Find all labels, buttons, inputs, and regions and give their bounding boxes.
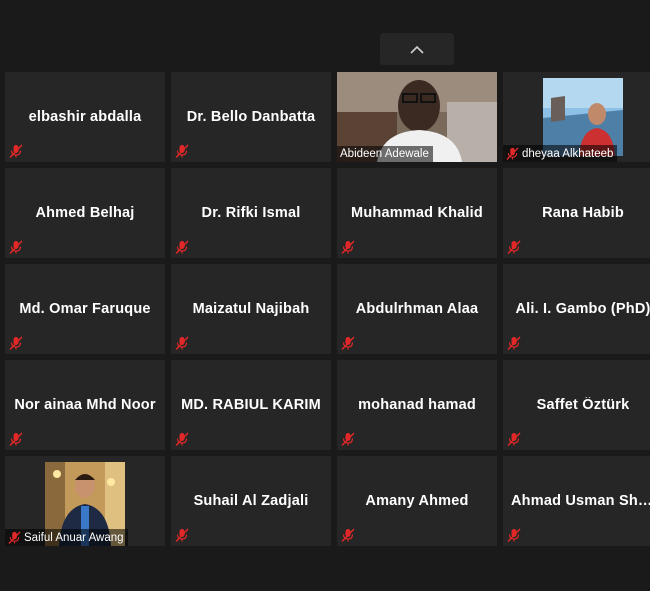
participant-tile[interactable]: Dr. Rifki Ismal [171, 168, 331, 258]
participant-tile[interactable]: MD. RABIUL KARIM [171, 360, 331, 450]
participant-name: dheyaa Alkhateeb [522, 147, 614, 160]
participant-name: Nor ainaa Mhd Noor [14, 397, 156, 413]
participant-video-tile[interactable]: dheyaa Alkhateeb [503, 72, 650, 162]
participant-name: Saffet Öztürk [536, 397, 630, 413]
mic-muted-icon [9, 240, 23, 254]
gallery-grid: elbashir abdalla Dr. Bello Danbatta Abid… [5, 72, 650, 546]
participant-name: Ali. I. Gambo (PhD) [515, 301, 650, 317]
mic-muted-icon [9, 336, 23, 350]
participant-name: Ahmad Usman Shehu [511, 493, 650, 509]
mic-muted-icon [341, 432, 355, 446]
participant-name: Amany Ahmed [365, 493, 469, 509]
participant-name-label: Saiful Anuar Awang [5, 529, 128, 546]
participant-tile[interactable]: Nor ainaa Mhd Noor [5, 360, 165, 450]
participant-name: Maizatul Najibah [192, 301, 310, 317]
participant-tile[interactable]: Muhammad Khalid [337, 168, 497, 258]
participant-name: Rana Habib [542, 205, 624, 221]
participant-tile[interactable]: Ali. I. Gambo (PhD) [503, 264, 650, 354]
participant-name-label: dheyaa Alkhateeb [503, 145, 618, 162]
chevron-up-icon [410, 45, 424, 54]
mic-muted-icon [507, 240, 521, 254]
participant-tile[interactable]: elbashir abdalla [5, 72, 165, 162]
participant-name: Suhail Al Zadjali [193, 493, 309, 509]
participant-video-tile[interactable]: Abideen Adewale [337, 72, 497, 162]
participant-tile[interactable]: Ahmad Usman Shehu [503, 456, 650, 546]
participant-name: Dr. Rifki Ismal [201, 205, 301, 221]
participant-name: Muhammad Khalid [351, 205, 483, 221]
participant-tile[interactable]: Suhail Al Zadjali [171, 456, 331, 546]
mic-muted-icon [341, 336, 355, 350]
participant-tile[interactable]: Maizatul Najibah [171, 264, 331, 354]
participant-name: Ahmed Belhaj [35, 205, 135, 221]
mic-muted-icon [506, 147, 519, 160]
participant-name: Abdulrhman Alaa [355, 301, 479, 317]
participant-tile[interactable]: Ahmed Belhaj [5, 168, 165, 258]
participant-tile[interactable]: Rana Habib [503, 168, 650, 258]
participant-name: mohanad hamad [358, 397, 476, 413]
mic-muted-icon [507, 336, 521, 350]
participant-name: MD. RABIUL KARIM [181, 397, 321, 413]
participant-tile[interactable]: Abdulrhman Alaa [337, 264, 497, 354]
participant-name: elbashir abdalla [28, 109, 142, 125]
participant-name: Md. Omar Faruque [19, 301, 151, 317]
participant-name: Saiful Anuar Awang [24, 531, 124, 544]
participant-tile[interactable]: mohanad hamad [337, 360, 497, 450]
mic-muted-icon [9, 432, 23, 446]
mic-muted-icon [9, 144, 23, 158]
participant-tile[interactable]: Amany Ahmed [337, 456, 497, 546]
participant-tile[interactable]: Saffet Öztürk [503, 360, 650, 450]
mic-muted-icon [175, 528, 189, 542]
mic-muted-icon [175, 240, 189, 254]
participant-tile[interactable]: Dr. Bello Danbatta [171, 72, 331, 162]
participant-video-tile[interactable]: Saiful Anuar Awang [5, 456, 165, 546]
participant-name: Dr. Bello Danbatta [186, 109, 316, 125]
mic-muted-icon [507, 528, 521, 542]
participant-name: Abideen Adewale [340, 148, 429, 160]
participant-tile[interactable]: Md. Omar Faruque [5, 264, 165, 354]
mic-muted-icon [8, 531, 21, 544]
mic-muted-icon [175, 336, 189, 350]
mic-muted-icon [341, 528, 355, 542]
hide-self-view-button[interactable] [380, 33, 454, 65]
mic-muted-icon [175, 144, 189, 158]
mic-muted-icon [175, 432, 189, 446]
mic-muted-icon [341, 240, 355, 254]
mic-muted-icon [507, 432, 521, 446]
participant-name-label: Abideen Adewale [337, 146, 433, 162]
